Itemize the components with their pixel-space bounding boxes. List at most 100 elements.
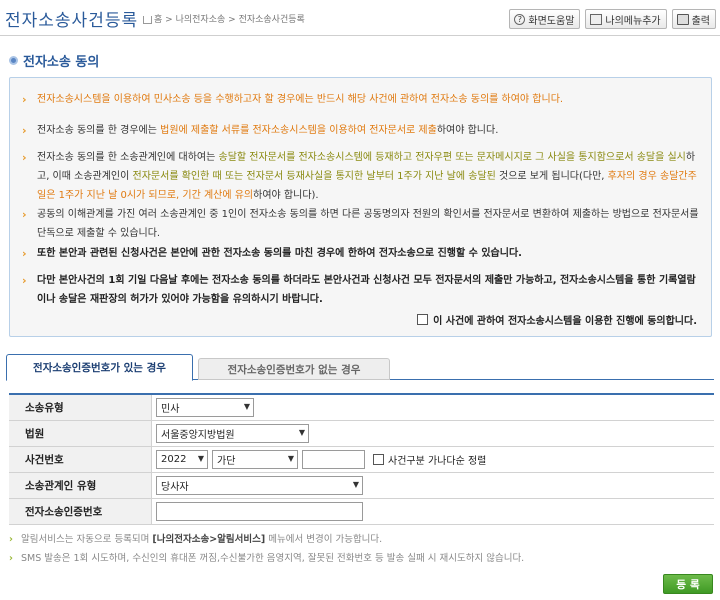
notice-text: 전자소송 동의를 한 경우에는 법원에 제출할 서류를 전자소송시스템을 이용하… bbox=[37, 125, 498, 136]
party-type-label: 소송관계인 유형 bbox=[9, 473, 152, 498]
notice-text: 전자소송 동의를 한 소송관계인에 대하여는 송달할 전자문서를 전자소송시스템… bbox=[37, 152, 697, 201]
breadcrumb: 홈 > 나의전자소송 > 전자소송사건등록 bbox=[143, 12, 305, 25]
help-icon: ? bbox=[514, 13, 526, 25]
case-code-select[interactable]: 가단 ▼ bbox=[212, 450, 298, 469]
chevron-right-icon: › bbox=[22, 124, 27, 137]
case-form: 소송유형 민사 ▼ 법원 서울중앙지방법원 ▼ 사건번호 2022 ▼ 가단 ▼ bbox=[9, 393, 714, 525]
print-button[interactable]: 출력 bbox=[671, 9, 716, 29]
header-buttons: ? 화면도움말 나의메뉴추가 출력 bbox=[509, 9, 716, 29]
form-row-party-type: 소송관계인 유형 당사자 ▼ bbox=[9, 473, 714, 499]
party-type-value: 당사자 bbox=[161, 482, 189, 493]
notice-item: › 또한 본안과 관련된 신청사건은 본안에 관한 전자소송 동의를 마친 경우… bbox=[22, 244, 702, 263]
footnote: › 알림서비스는 자동으로 등록되며 [나의전자소송>알림서비스] 메뉴에서 변… bbox=[9, 530, 709, 549]
sort-checkbox[interactable] bbox=[373, 454, 384, 465]
caret-down-icon: ▼ bbox=[352, 480, 359, 489]
case-number-input[interactable] bbox=[302, 450, 365, 469]
notice-text-run: 전자소송 동의를 한 경우에는 bbox=[37, 125, 161, 136]
notice-text-run: 것으로 보게 됩니다(다만, bbox=[495, 171, 608, 182]
form-row-case-type: 소송유형 민사 ▼ bbox=[9, 395, 714, 421]
section-heading: 전자소송 동의 bbox=[9, 51, 99, 70]
chevron-right-icon: › bbox=[22, 93, 27, 106]
notice-text: 전자소송시스템을 이용하여 민사소송 등을 수행하고자 할 경우에는 반드시 해… bbox=[37, 94, 563, 105]
caret-down-icon: ▼ bbox=[298, 428, 305, 437]
page-title: 전자소송사건등록 bbox=[5, 11, 139, 31]
form-row-court: 법원 서울중앙지방법원 ▼ bbox=[9, 421, 714, 447]
notice-text-run: 공동의 이해관계를 가진 여러 소송관계인 중 1인이 전자소송 동의를 하면 … bbox=[37, 209, 699, 239]
notice-text-run: 전자소송시스템을 이용하여 민사소송 등을 수행하고자 할 경우에는 반드시 해… bbox=[37, 94, 564, 105]
notice-item: › 다만 본안사건의 1회 기일 다음날 후에는 전자소송 동의를 하더라도 본… bbox=[22, 271, 702, 309]
auth-tabs: 전자소송인증번호가 있는 경우 전자소송인증번호가 없는 경우 bbox=[6, 354, 714, 381]
notice-text-run: 하여야 합니다. bbox=[436, 125, 499, 136]
notice-text-run: 법원에 제출할 서류를 전자소송시스템을 이용하여 전자문서로 제출 bbox=[160, 125, 437, 136]
chevron-right-icon: › bbox=[22, 151, 27, 164]
consent-checkbox[interactable] bbox=[417, 314, 429, 325]
chevron-right-icon: › bbox=[9, 553, 13, 564]
case-type-label: 소송유형 bbox=[9, 395, 152, 420]
case-year-value: 2022 bbox=[161, 454, 187, 465]
bookmark-icon bbox=[590, 13, 603, 25]
notice-text-run: 하여야 합니다). bbox=[253, 190, 319, 201]
notice-item: › 전자소송 동의를 한 경우에는 법원에 제출할 서류를 전자소송시스템을 이… bbox=[22, 121, 702, 140]
notice-item: › 전자소송 동의를 한 소송관계인에 대하여는 송달할 전자문서를 전자소송시… bbox=[22, 148, 702, 205]
notice-text: 다만 본안사건의 1회 기일 다음날 후에는 전자소송 동의를 하더라도 본안사… bbox=[37, 275, 696, 305]
case-type-select[interactable]: 민사 ▼ bbox=[156, 398, 254, 417]
tab-without-auth-number[interactable]: 전자소송인증번호가 없는 경우 bbox=[198, 358, 390, 380]
printer-icon bbox=[676, 13, 689, 25]
add-menu-button[interactable]: 나의메뉴추가 bbox=[585, 9, 667, 29]
consent-row: 이 사건에 관하여 전자소송시스템을 이용한 진행에 동의합니다. bbox=[417, 312, 697, 327]
notice-text-run: 또한 본안과 관련된 신청사건은 본안에 관한 전자소송 동의를 마친 경우에 … bbox=[37, 248, 522, 259]
consent-notice-box: › 전자소송시스템을 이용하여 민사소송 등을 수행하고자 할 경우에는 반드시… bbox=[9, 77, 712, 337]
help-button-label: 화면도움말 bbox=[528, 15, 575, 27]
breadcrumb-my-ecourt[interactable]: 나의전자소송 bbox=[176, 15, 226, 25]
court-label: 법원 bbox=[9, 421, 152, 446]
court-value: 서울중앙지방법원 bbox=[161, 430, 235, 441]
add-menu-button-label: 나의메뉴추가 bbox=[605, 15, 661, 27]
breadcrumb-separator: > bbox=[165, 15, 173, 25]
case-type-value: 민사 bbox=[161, 404, 180, 415]
notice-text-run: 함으로서 송달을 실시 bbox=[596, 152, 686, 163]
auth-number-label: 전자소송인증번호 bbox=[9, 499, 152, 524]
notice-item: › 전자소송시스템을 이용하여 민사소송 등을 수행하고자 할 경우에는 반드시… bbox=[22, 90, 702, 109]
footnote-text: SMS 발송은 1회 시도하며, 수신인의 휴대폰 꺼짐,수신불가한 음영지역,… bbox=[21, 553, 525, 564]
case-code-value: 가단 bbox=[217, 456, 236, 467]
footnote-menu-path: [나의전자소송>알림서비스] bbox=[152, 534, 266, 545]
case-number-label: 사건번호 bbox=[9, 447, 152, 472]
sort-option: 사건구분 가나다순 정렬 bbox=[373, 452, 486, 467]
chevron-right-icon: › bbox=[22, 247, 27, 260]
chevron-right-icon: › bbox=[22, 274, 27, 287]
circle-bullet-icon bbox=[9, 56, 18, 65]
caret-down-icon: ▼ bbox=[287, 454, 294, 463]
case-year-select[interactable]: 2022 ▼ bbox=[156, 450, 208, 469]
notice-text: 공동의 이해관계를 가진 여러 소송관계인 중 1인이 전자소송 동의를 하면 … bbox=[37, 209, 699, 239]
footnote: › SMS 발송은 1회 시도하며, 수신인의 휴대폰 꺼짐,수신불가한 음영지… bbox=[9, 549, 709, 568]
notice-item: › 공동의 이해관계를 가진 여러 소송관계인 중 1인이 전자소송 동의를 하… bbox=[22, 205, 702, 243]
help-button[interactable]: ? 화면도움말 bbox=[509, 9, 581, 29]
caret-down-icon: ▼ bbox=[197, 454, 204, 463]
tab-with-auth-number[interactable]: 전자소송인증번호가 있는 경우 bbox=[6, 354, 193, 381]
footnote-text: 알림서비스는 자동으로 등록되며 bbox=[21, 534, 153, 545]
form-row-case-number: 사건번호 2022 ▼ 가단 ▼ 사건구분 가나다순 정렬 bbox=[9, 447, 714, 473]
breadcrumb-separator: > bbox=[228, 15, 236, 25]
print-button-label: 출력 bbox=[691, 15, 710, 27]
notice-text-run: 전자문서를 확인한 때 또는 전자문서 등재사실을 통지한 날부터 1주가 지난… bbox=[132, 171, 496, 182]
chevron-right-icon: › bbox=[22, 208, 27, 221]
notice-text: 또한 본안과 관련된 신청사건은 본안에 관한 전자소송 동의를 마친 경우에 … bbox=[37, 248, 522, 259]
footnotes: › 알림서비스는 자동으로 등록되며 [나의전자소송>알림서비스] 메뉴에서 변… bbox=[9, 530, 709, 568]
form-row-auth-number: 전자소송인증번호 bbox=[9, 499, 714, 525]
notice-text-run: 다만 본안사건의 1회 기일 다음날 후에는 전자소송 동의를 하더라도 본안사… bbox=[37, 275, 696, 305]
caret-down-icon: ▼ bbox=[243, 402, 250, 411]
home-icon[interactable] bbox=[143, 15, 152, 24]
notice-text-run: 전자소송 동의를 한 소송관계인에 대하여는 bbox=[37, 152, 219, 163]
section-title: 전자소송 동의 bbox=[23, 55, 100, 70]
auth-number-input[interactable] bbox=[156, 502, 363, 521]
consent-label[interactable]: 이 사건에 관하여 전자소송시스템을 이용한 진행에 동의합니다. bbox=[433, 312, 697, 327]
register-button[interactable]: 등록 bbox=[663, 574, 713, 594]
sort-label[interactable]: 사건구분 가나다순 정렬 bbox=[388, 452, 486, 467]
party-type-select[interactable]: 당사자 ▼ bbox=[156, 476, 363, 495]
footnote-text: 메뉴에서 변경이 가능합니다. bbox=[265, 534, 383, 545]
breadcrumb-current: 전자소송사건등록 bbox=[238, 15, 305, 25]
court-select[interactable]: 서울중앙지방법원 ▼ bbox=[156, 424, 309, 443]
breadcrumb-home[interactable]: 홈 bbox=[154, 15, 162, 25]
page-header: 전자소송사건등록 홈 > 나의전자소송 > 전자소송사건등록 ? 화면도움말 나… bbox=[0, 0, 720, 36]
notice-text-run: 송달할 전자문서를 전자소송시스템에 등재하고 전자우편 또는 문자메시지로 그… bbox=[218, 152, 597, 163]
